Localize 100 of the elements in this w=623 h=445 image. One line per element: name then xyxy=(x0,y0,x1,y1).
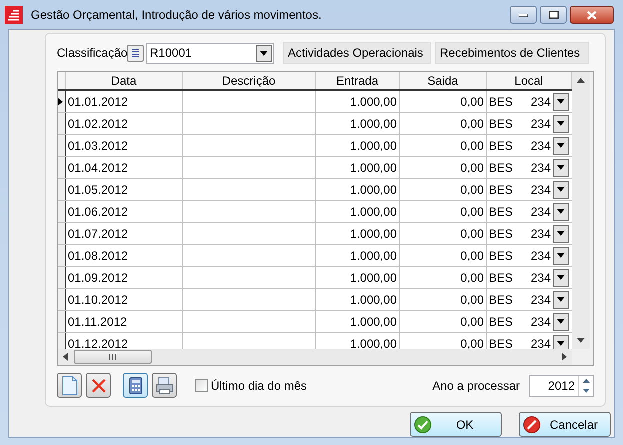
dropdown-button[interactable] xyxy=(553,114,569,132)
dialog-button[interactable]: Cancelar xyxy=(519,412,611,437)
checkbox-label: Último dia do mês xyxy=(211,378,308,394)
table-cell: 1.000,00 xyxy=(316,311,400,332)
toolbar-button[interactable] xyxy=(152,373,177,398)
dropdown-button[interactable] xyxy=(256,44,272,62)
row-header[interactable] xyxy=(58,179,66,200)
dropdown-button[interactable] xyxy=(553,202,569,220)
table-cell-text: 234 xyxy=(531,160,552,176)
caret-icon xyxy=(557,121,565,126)
table-cell: 1.000,00 xyxy=(316,201,400,222)
table-cell-text: BES xyxy=(489,248,514,264)
table-cell-text: BES xyxy=(489,336,514,349)
table-cell-text: 234 xyxy=(531,336,552,349)
dropdown-button[interactable] xyxy=(553,224,569,242)
caret-icon xyxy=(557,143,565,148)
row-header[interactable] xyxy=(58,201,66,222)
list-icon xyxy=(131,48,140,58)
caret-icon xyxy=(557,253,565,258)
table-cell-text: 234 xyxy=(531,182,552,198)
table-cell: 1.000,00 xyxy=(316,223,400,244)
row-header[interactable] xyxy=(58,157,66,178)
table-cell-text: BES xyxy=(489,270,514,286)
column-header[interactable]: Saida xyxy=(400,72,487,89)
checkbox[interactable] xyxy=(195,379,208,392)
table-cell: 01.01.2012 xyxy=(66,91,183,112)
table-cell: 0,00 xyxy=(400,223,487,244)
up-arrow-icon xyxy=(582,378,590,382)
caret-icon xyxy=(557,275,565,280)
column-header[interactable]: Entrada xyxy=(316,72,400,89)
table-cell-text: BES xyxy=(489,182,514,198)
maximize-icon xyxy=(548,11,558,19)
table-cell: 1.000,00 xyxy=(316,289,400,310)
dropdown-button[interactable] xyxy=(553,92,569,110)
table-cell-text: BES xyxy=(489,138,514,154)
table-cell-text: BES xyxy=(489,116,514,132)
row-header[interactable] xyxy=(58,333,66,349)
table-cell-text: BES xyxy=(489,160,514,176)
category-field: Actividades Operacionais xyxy=(283,42,431,64)
table-cell-text: BES xyxy=(489,94,514,110)
vertical-scrollbar[interactable] xyxy=(572,72,590,349)
caret-icon xyxy=(557,297,565,302)
horizontal-scrollbar[interactable] xyxy=(58,349,572,365)
dropdown-button[interactable] xyxy=(553,246,569,264)
row-header[interactable] xyxy=(58,223,66,244)
year-label: Ano a processar xyxy=(432,378,520,394)
table-cell: 0,00 xyxy=(400,245,487,266)
dropdown-button[interactable] xyxy=(553,334,569,349)
table-cell: 01.04.2012 xyxy=(66,157,183,178)
row-header[interactable] xyxy=(58,245,66,266)
column-header[interactable]: Descrição xyxy=(183,72,316,89)
scroll-thumb[interactable] xyxy=(74,350,152,364)
column-header[interactable]: Data xyxy=(66,72,183,89)
table-cell: 0,00 xyxy=(400,267,487,288)
table-cell-text: BES xyxy=(489,226,514,242)
minimize-icon xyxy=(519,14,528,16)
calculator-icon xyxy=(128,376,142,394)
dropdown-button[interactable] xyxy=(553,290,569,308)
row-header[interactable] xyxy=(58,91,66,112)
table-cell: 01.06.2012 xyxy=(66,201,183,222)
table-cell: 01.10.2012 xyxy=(66,289,183,310)
table-cell: 01.03.2012 xyxy=(66,135,183,156)
table-cell: 01.02.2012 xyxy=(66,113,183,134)
toolbar-button[interactable] xyxy=(123,373,148,398)
close-button[interactable] xyxy=(570,6,614,24)
list-button[interactable] xyxy=(127,44,144,62)
row-header[interactable] xyxy=(58,289,66,310)
dropdown-button[interactable] xyxy=(553,312,569,330)
year-spinner[interactable]: 2012 xyxy=(529,374,594,396)
dropdown-button[interactable] xyxy=(553,268,569,286)
row-header[interactable] xyxy=(58,113,66,134)
table-cell: 01.11.2012 xyxy=(66,311,183,332)
minimize-button[interactable] xyxy=(510,6,537,24)
classification-combo[interactable]: R10001 xyxy=(146,42,274,64)
scroll-down-icon xyxy=(577,338,585,343)
table-cell: 01.09.2012 xyxy=(66,267,183,288)
dropdown-button[interactable] xyxy=(553,180,569,198)
dialog-button[interactable]: OK xyxy=(410,412,502,437)
row-header[interactable] xyxy=(58,135,66,156)
maximize-button[interactable] xyxy=(540,6,567,24)
caret-icon xyxy=(260,50,268,56)
delete-icon xyxy=(90,378,106,394)
table-cell: 0,00 xyxy=(400,157,487,178)
table-cell: 0,00 xyxy=(400,289,487,310)
table-cell: 1.000,00 xyxy=(316,91,400,112)
table-cell: 0,00 xyxy=(400,311,487,332)
table-cell-text: BES xyxy=(489,292,514,308)
toolbar-button[interactable] xyxy=(86,373,111,398)
row-header[interactable] xyxy=(58,267,66,288)
dropdown-button[interactable] xyxy=(553,136,569,154)
table-cell: 1.000,00 xyxy=(316,113,400,134)
caret-icon xyxy=(557,187,565,192)
table-cell: 1.000,00 xyxy=(316,157,400,178)
table-cell-text: 234 xyxy=(531,292,552,308)
toolbar-button[interactable] xyxy=(57,373,82,398)
table-cell: 0,00 xyxy=(400,179,487,200)
dropdown-button[interactable] xyxy=(553,158,569,176)
table-cell: 0,00 xyxy=(400,91,487,112)
table-cell-text: 234 xyxy=(531,204,552,220)
row-header[interactable] xyxy=(58,311,66,332)
